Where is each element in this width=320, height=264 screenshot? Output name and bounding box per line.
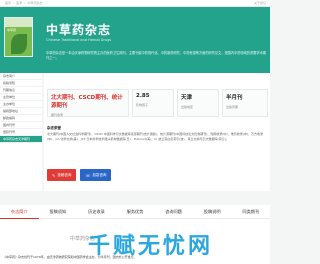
main-panel: 北大期刊、CSCD期刊、统计源期刊 期刊收录 2.85 影响因子 天津 出版地区… [44, 73, 270, 191]
breadcrumb-category[interactable]: 医学 [16, 1, 22, 5]
journal-cover: 中草药 [4, 17, 33, 57]
watermark: 千赋无忧网 [88, 234, 214, 259]
stat-value: 北大期刊、CSCD期刊、统计源期刊 [51, 95, 123, 109]
stat-card: 天津 出版地区 [177, 89, 219, 117]
stats-row: 北大期刊、CSCD期刊、统计源期刊 期刊收录 2.85 影响因子 天津 出版地区… [47, 89, 271, 117]
stat-label: 出版周期 [226, 105, 239, 109]
stat-card: 半月刊 出版周期 [222, 89, 268, 117]
sidebar-item[interactable]: 刊期信息 [0, 87, 42, 94]
top-bar: 首页 › 医学 › 中草药杂志 关于我们 [0, 0, 270, 7]
tab-questions[interactable]: 咨询问题 [154, 205, 193, 219]
action-buttons: ✎ 投稿咨询 ☏ 加急咨询 [47, 169, 115, 181]
cover-header [5, 18, 32, 27]
page: 首页 › 医学 › 中草药杂志 关于我们 中草药 中草药杂志 Chinese T… [0, 0, 271, 264]
submit-consult-label: 投稿咨询 [57, 172, 72, 177]
sidebar-item[interactable]: 投稿须知 [0, 80, 42, 87]
tab-bar: 杂志简介 投稿须知 历史收录 服务优势 咨询问题 投稿说明 同类期刊 [0, 205, 271, 219]
stat-label: 期刊收录 [51, 113, 64, 117]
sidebar-item[interactable]: 杂志简介 [0, 73, 42, 80]
leaf-icon [11, 34, 27, 54]
urgent-consult-label: 加急咨询 [92, 172, 107, 177]
journal-title: 中草药杂志 [46, 23, 112, 37]
stat-value: 2.85 [136, 93, 150, 99]
cover-title: 中草药 [7, 28, 17, 32]
edit-icon: ✎ [52, 172, 56, 178]
sidebar-item[interactable]: 主办单位 [0, 101, 42, 108]
submit-consult-button[interactable]: ✎ 投稿咨询 [47, 169, 77, 181]
tab-advantages[interactable]: 服务优势 [115, 205, 155, 219]
stat-value: 天津 [181, 95, 193, 101]
topbar-link[interactable]: 关于我们 [254, 1, 266, 5]
sidebar: 杂志简介 投稿须知 刊期信息 主管单位 主办单位 编辑部地址 邮政编码 国内刊号… [0, 73, 42, 191]
honors-text: 北大期刊(中国人文社会科学期刊)、CSCD 中国科学引文数据库来源期刊(含扩展版… [47, 132, 264, 141]
breadcrumb-home[interactable]: 首页 [5, 1, 11, 5]
tab-intro[interactable]: 杂志简介 [0, 205, 39, 219]
tab-similar[interactable]: 同类期刊 [231, 205, 271, 219]
sidebar-item[interactable]: 国内刊号 [0, 122, 42, 129]
journal-description: 中草药杂志是一本由天津药物研究院主办的医药卫生期刊，主要刊载中药现代化、中药新药… [46, 51, 266, 60]
breadcrumb-separator: › [24, 1, 26, 5]
tab-instructions[interactable]: 投稿说明 [192, 205, 232, 219]
sidebar-item[interactable]: 国际刊号 [0, 129, 42, 136]
journal-subtitle: Chinese Traditional and Herbal Drugs [46, 38, 112, 42]
stat-label: 出版地区 [181, 105, 194, 109]
urgent-consult-button[interactable]: ☏ 加急咨询 [80, 169, 112, 181]
stat-value: 半月刊 [226, 95, 243, 101]
sidebar-item-active[interactable]: 中草药杂志天津期刊 [0, 136, 42, 143]
sidebar-item[interactable]: 编辑部地址 [0, 108, 42, 115]
sidebar-item[interactable]: 主管单位 [0, 94, 42, 101]
stat-label: 影响因子 [136, 103, 149, 107]
sidebar-item[interactable]: 邮政编码 [0, 115, 42, 122]
stat-card: 北大期刊、CSCD期刊、统计源期刊 期刊收录 [47, 89, 129, 117]
breadcrumb-separator: › [13, 1, 15, 5]
stat-card: 2.85 影响因子 [132, 89, 174, 117]
honors-title: 杂志荣誉 [47, 126, 61, 130]
tab-history[interactable]: 历史收录 [77, 205, 116, 219]
chat-icon: ☏ [85, 172, 91, 178]
journal-hero: 中草药 中草药杂志 Chinese Traditional and Herbal… [0, 7, 270, 73]
breadcrumb-current: 中草药杂志 [27, 1, 43, 5]
tab-guidelines[interactable]: 投稿须知 [38, 205, 78, 219]
